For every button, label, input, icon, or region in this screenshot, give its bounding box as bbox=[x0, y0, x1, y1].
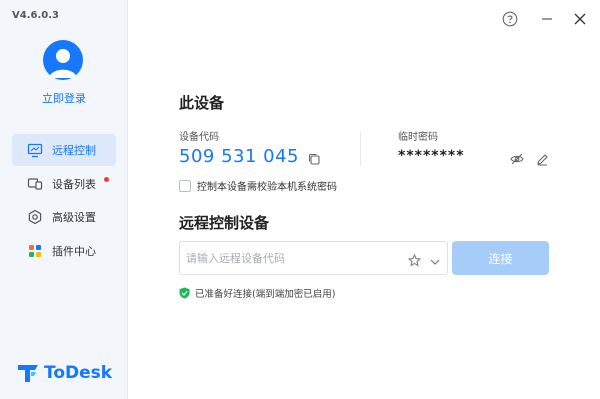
sidebar-item-device-list[interactable]: 设备列表 bbox=[12, 168, 116, 200]
device-code-label: 设备代码 bbox=[179, 132, 219, 143]
sidebar-item-label: 插件中心 bbox=[52, 245, 96, 258]
connection-status: 已准备好连接(端到端加密已启用) bbox=[179, 286, 335, 300]
plugin-grid-icon bbox=[26, 242, 44, 260]
sidebar-item-label: 远程控制 bbox=[52, 144, 96, 157]
user-icon bbox=[49, 49, 77, 78]
device-code-value: 509 531 045 bbox=[179, 146, 300, 167]
sidebar-item-advanced-settings[interactable]: 高级设置 bbox=[12, 201, 116, 233]
brand-name: ToDesk bbox=[44, 363, 113, 383]
close-icon bbox=[574, 13, 586, 25]
status-text: 已准备好连接(端到端加密已启用) bbox=[195, 289, 336, 300]
settings-hex-icon bbox=[26, 208, 44, 226]
this-device-title: 此设备 bbox=[179, 94, 225, 112]
monitor-icon bbox=[26, 141, 44, 159]
notification-dot bbox=[104, 177, 109, 182]
star-icon bbox=[407, 253, 422, 267]
verify-password-checkbox[interactable] bbox=[179, 179, 191, 192]
sidebar: V4.6.0.3 立即登录 远程控制 设备列表 高级设置 插件中心 ToDesk bbox=[0, 0, 128, 399]
remote-code-field bbox=[179, 241, 448, 275]
question-circle-icon bbox=[502, 11, 518, 27]
temp-password-label: 临时密码 bbox=[398, 132, 438, 143]
sidebar-item-label: 高级设置 bbox=[52, 211, 96, 224]
vertical-divider bbox=[360, 132, 361, 166]
avatar[interactable] bbox=[43, 40, 83, 80]
connect-button[interactable]: 连接 bbox=[452, 241, 549, 275]
history-dropdown-button[interactable] bbox=[429, 253, 441, 265]
sidebar-item-label: 设备列表 bbox=[52, 178, 96, 191]
eye-off-icon bbox=[510, 153, 524, 165]
sidebar-item-plugin-center[interactable]: 插件中心 bbox=[12, 235, 116, 267]
version-label: V4.6.0.3 bbox=[12, 10, 59, 21]
login-link[interactable]: 立即登录 bbox=[0, 90, 128, 106]
pencil-icon bbox=[537, 154, 548, 166]
minimize-icon bbox=[542, 18, 552, 20]
close-button[interactable] bbox=[571, 10, 589, 28]
temp-password-value: ******** bbox=[398, 148, 465, 164]
chevron-down-icon bbox=[430, 259, 440, 265]
shield-check-icon bbox=[179, 287, 190, 299]
remote-control-title: 远程控制设备 bbox=[179, 214, 270, 232]
favorite-button[interactable] bbox=[407, 252, 422, 267]
copy-icon bbox=[308, 153, 320, 165]
sidebar-item-remote-control[interactable]: 远程控制 bbox=[12, 134, 116, 166]
devices-icon bbox=[26, 175, 44, 193]
help-button[interactable] bbox=[501, 10, 519, 28]
toggle-password-visibility-button[interactable] bbox=[510, 151, 524, 165]
copy-button[interactable] bbox=[307, 151, 321, 165]
verify-password-option: 控制本设备需校验本机系统密码 bbox=[179, 178, 337, 193]
brand-logo: ToDesk bbox=[16, 362, 112, 384]
edit-password-button[interactable] bbox=[536, 151, 549, 166]
minimize-button[interactable] bbox=[538, 10, 556, 28]
remote-code-input[interactable] bbox=[186, 242, 396, 274]
todesk-logo-icon bbox=[18, 365, 38, 382]
verify-password-label: 控制本设备需校验本机系统密码 bbox=[197, 182, 337, 193]
